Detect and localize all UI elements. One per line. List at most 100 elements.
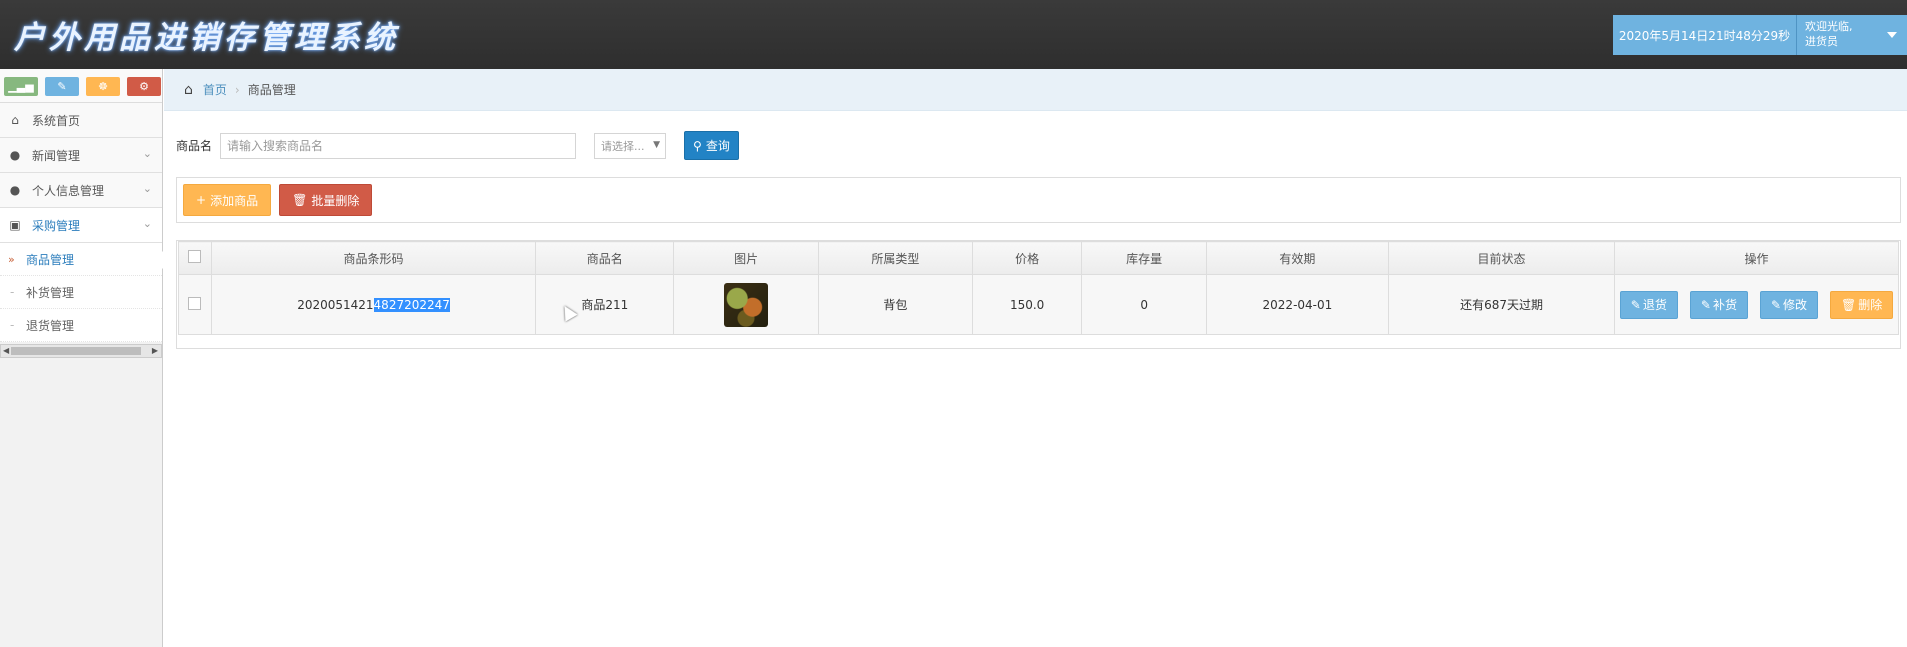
return-button[interactable]: ✎ 退货 (1619, 290, 1678, 319)
price-cell: 150.0 (971, 274, 1083, 335)
breadcrumb-current: 商品管理 (247, 83, 296, 97)
chevron-down-icon: ⌄ (142, 217, 152, 230)
add-goods-button[interactable]: + 添加商品 (183, 184, 272, 216)
action-toolbar: + 添加商品 🗑 批量删除 (176, 177, 1901, 223)
sidebar-subitem-label: 补货管理 (26, 285, 75, 300)
angle-double-right-icon: » (8, 252, 15, 266)
scrollbar-thumb[interactable] (11, 347, 141, 355)
user-role: 进货员 (1805, 35, 1838, 48)
edit-button[interactable]: ✎ 修改 (1759, 290, 1819, 319)
dash-mark: - (10, 285, 15, 299)
user-menu[interactable]: 欢迎光临, 进货员 (1797, 15, 1907, 55)
sidebar-horizontal-scrollbar[interactable]: ◀ ▶ (0, 344, 162, 358)
search-bar: 商品名 请选择... ▼ ⚲ 查询 (176, 131, 739, 160)
add-goods-label: 添加商品 (210, 193, 259, 208)
sidebar-subitem-goods[interactable]: » 商品管理 (0, 243, 163, 276)
signal-icon[interactable]: ▁▃▅ (4, 77, 38, 96)
edit-icon: ✎ (1700, 297, 1711, 312)
goods-thumbnail[interactable] (724, 282, 769, 327)
search-label: 商品名 (176, 139, 213, 153)
status-cell: 还有687天过期 (1387, 274, 1616, 335)
column-header: 有效期 (1205, 241, 1389, 275)
column-header: 商品名 (535, 241, 675, 275)
stock-cell: 0 (1081, 274, 1207, 335)
image-cell (673, 274, 820, 335)
expiry-cell: 2022-04-01 (1205, 274, 1389, 335)
goods-table-container: 商品条形码 商品名 图片 所属类型 价格 库存量 有效期 目前状态 操作 202… (176, 240, 1901, 349)
return-button-label: 退货 (1642, 298, 1667, 312)
cogs-icon[interactable]: ⚙ (127, 77, 161, 96)
dash-mark: - (10, 318, 15, 332)
home-icon: ⌂ (184, 81, 193, 98)
restock-button[interactable]: ✎ 补货 (1689, 290, 1748, 319)
user-icon: ● (9, 183, 21, 197)
table-header-row: 商品条形码 商品名 图片 所属类型 价格 库存量 有效期 目前状态 操作 (178, 241, 1899, 275)
sidebar-item-purchase[interactable]: ▣ 采购管理 ⌄ (0, 208, 162, 243)
trash-icon: 🗑 (1841, 297, 1857, 312)
edit-icon: ✎ (1770, 297, 1782, 312)
sidebar-subitem-label: 商品管理 (26, 252, 75, 267)
barcode-prefix: 2020051421 (297, 297, 374, 312)
edit-icon: ✎ (1630, 297, 1641, 312)
edit-button-label: 修改 (1783, 298, 1808, 312)
sidebar-subitem-return[interactable]: - 退货管理 (0, 309, 162, 342)
type-select[interactable]: 请选择... ▼ (594, 132, 667, 159)
scroll-right-icon[interactable]: ▶ (152, 346, 158, 355)
goods-name-cell: 商品211 (535, 274, 675, 335)
chevron-down-icon: ⌄ (142, 182, 152, 195)
sidebar-subitem-restock[interactable]: - 补货管理 (0, 276, 162, 309)
sidebar-item-profile[interactable]: ● 个人信息管理 ⌄ (0, 173, 162, 208)
select-all-checkbox[interactable] (188, 250, 202, 263)
barcode-cell: 20200514214827202247 (210, 274, 537, 335)
active-indicator (154, 251, 163, 269)
pencil-icon[interactable]: ✎ (45, 77, 79, 96)
column-header: 库存量 (1081, 241, 1207, 275)
app-title: 户外用品进销存管理系统 (14, 20, 399, 56)
sidebar-item-label: 个人信息管理 (32, 183, 105, 198)
scroll-left-icon[interactable]: ◀ (3, 346, 9, 355)
chevron-down-icon: ⌄ (142, 147, 152, 160)
search-input[interactable] (220, 132, 577, 159)
header-right: 2020年5月14日21时48分29秒 欢迎光临, 进货员 (1613, 15, 1907, 55)
home-icon: ⌂ (11, 113, 19, 127)
restock-button-label: 补货 (1712, 298, 1737, 312)
welcome-text: 欢迎光临, (1805, 20, 1853, 33)
plus-icon: + (196, 193, 207, 207)
picture-icon: ▣ (9, 218, 21, 232)
breadcrumb-home-link[interactable]: 首页 (203, 81, 227, 98)
batch-delete-button[interactable]: 🗑 批量删除 (279, 184, 373, 216)
column-header: 目前状态 (1387, 241, 1616, 275)
breadcrumb-separator: › (234, 82, 240, 97)
table-row: 20200514214827202247 商品211 背包 150.0 0 20… (178, 274, 1899, 335)
query-button[interactable]: ⚲ 查询 (684, 131, 739, 160)
select-all-cell (178, 241, 212, 275)
search-icon: ⚲ (693, 138, 702, 153)
actions-cell: ✎ 退货 ✎ 补货 ✎ 修改 🗑 删除 (1614, 274, 1899, 335)
column-header: 所属类型 (818, 241, 973, 275)
type-select-value: 请选择... (601, 139, 645, 153)
row-checkbox[interactable] (188, 296, 202, 310)
delete-button[interactable]: 🗑 删除 (1830, 290, 1894, 319)
column-header: 商品条形码 (210, 241, 537, 275)
caret-down-icon[interactable] (1887, 32, 1897, 38)
barcode-selected-text: 4827202247 (373, 297, 450, 312)
batch-delete-label: 批量删除 (311, 193, 360, 208)
column-header: 操作 (1614, 241, 1899, 275)
query-button-label: 查询 (705, 139, 730, 153)
column-header: 价格 (971, 241, 1083, 275)
goods-table: 商品条形码 商品名 图片 所属类型 价格 库存量 有效期 目前状态 操作 202… (178, 241, 1899, 335)
trash-icon: 🗑 (292, 193, 308, 207)
sidebar: ▁▃▅ ✎ ☸ ⚙ ⌂ 系统首页 ● 新闻管理 ⌄ ● 个人信息管理 ⌄ ▣ 采… (0, 69, 163, 647)
type-cell: 背包 (818, 274, 973, 335)
sidebar-item-home[interactable]: ⌂ 系统首页 (0, 103, 162, 138)
column-header: 图片 (673, 241, 820, 275)
datetime-display: 2020年5月14日21时48分29秒 (1613, 15, 1797, 55)
sidebar-item-news[interactable]: ● 新闻管理 ⌄ (0, 138, 162, 173)
breadcrumb: ⌂ 首页 › 商品管理 (164, 69, 1907, 111)
sidebar-item-label: 新闻管理 (32, 148, 81, 163)
users-icon[interactable]: ☸ (86, 77, 120, 96)
sidebar-subitem-label: 退货管理 (26, 318, 75, 333)
top-navbar: 户外用品进销存管理系统 2020年5月14日21时48分29秒 欢迎光临, 进货… (0, 0, 1907, 69)
sidebar-shortcuts: ▁▃▅ ✎ ☸ ⚙ (0, 69, 162, 103)
sidebar-item-label: 采购管理 (32, 218, 81, 233)
